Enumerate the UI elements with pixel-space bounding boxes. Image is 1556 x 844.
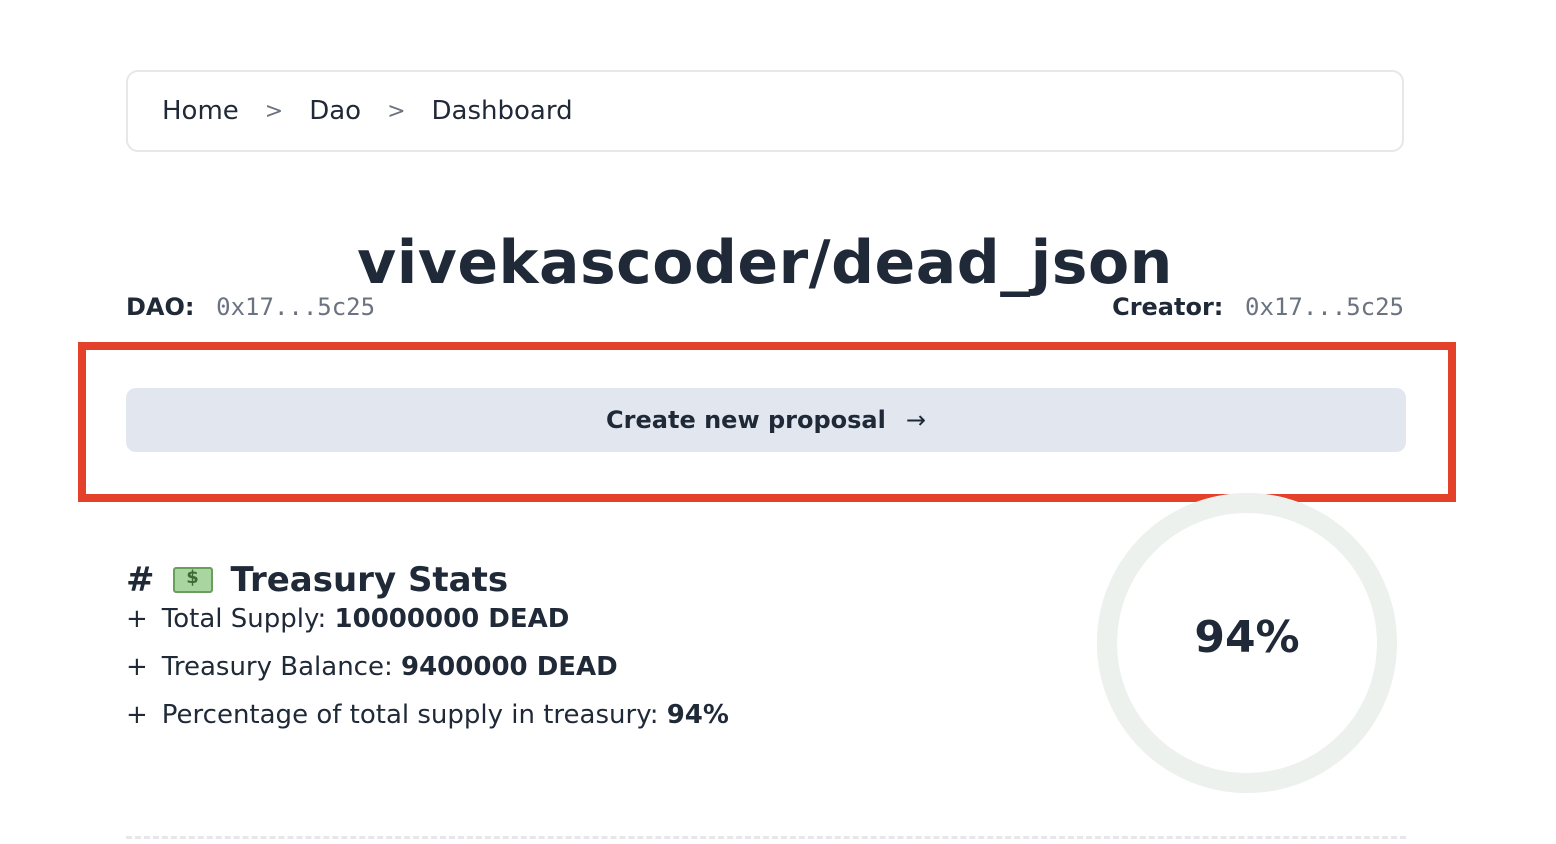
stat-value: 94%: [666, 700, 729, 730]
page-title: vivekascoder/dead_json: [357, 228, 1173, 299]
stat-value: 9400000 DEAD: [401, 652, 618, 682]
stat-percentage: + Percentage of total supply in treasury:…: [126, 696, 729, 744]
stat-bullet: +: [126, 652, 148, 682]
creator-label: Creator:: [1112, 293, 1224, 321]
breadcrumb-home[interactable]: Home: [162, 96, 239, 126]
breadcrumb: Home > Dao > Dashboard: [126, 70, 1404, 152]
stat-bullet: +: [126, 700, 148, 730]
treasury-stats-list: + Total Supply: 10000000 DEAD + Treasury B…: [126, 600, 729, 744]
treasury-heading-text: Treasury Stats: [230, 560, 509, 601]
dao-value[interactable]: 0x17...5c25: [216, 293, 375, 321]
arrow-right-icon: →: [905, 406, 926, 434]
create-proposal-label: Create new proposal: [606, 406, 886, 434]
section-divider: [126, 836, 1406, 839]
breadcrumb-separator-icon: >: [387, 98, 406, 124]
breadcrumb-dao[interactable]: Dao: [309, 96, 361, 126]
money-bag-icon: [172, 567, 213, 594]
stat-total-supply: + Total Supply: 10000000 DEAD: [126, 600, 729, 648]
creator-value[interactable]: 0x17...5c25: [1245, 293, 1404, 321]
dao-dashboard-page: Home > Dao > Dashboard vivekascoder/dead…: [0, 0, 1556, 844]
breadcrumb-dashboard[interactable]: Dashboard: [432, 96, 573, 126]
stat-label: Total Supply:: [161, 604, 327, 634]
stat-label: Treasury Balance:: [161, 652, 393, 682]
dao-label: DAO:: [126, 293, 195, 321]
creator-address: Creator: 0x17...5c25: [1112, 293, 1404, 321]
gauge-percent-label: 94%: [1194, 612, 1300, 663]
breadcrumb-separator-icon: >: [264, 98, 284, 124]
treasury-heading: # Treasury Stats: [126, 560, 508, 600]
stat-bullet: +: [126, 604, 148, 634]
stat-treasury-balance: + Treasury Balance: 9400000 DEAD: [126, 648, 729, 696]
stat-label: Percentage of total supply in treasury:: [161, 700, 659, 730]
create-proposal-button[interactable]: Create new proposal →: [126, 388, 1406, 452]
stat-value: 10000000 DEAD: [334, 604, 570, 634]
heading-hash: #: [126, 560, 155, 601]
dao-address: DAO: 0x17...5c25: [126, 293, 375, 321]
